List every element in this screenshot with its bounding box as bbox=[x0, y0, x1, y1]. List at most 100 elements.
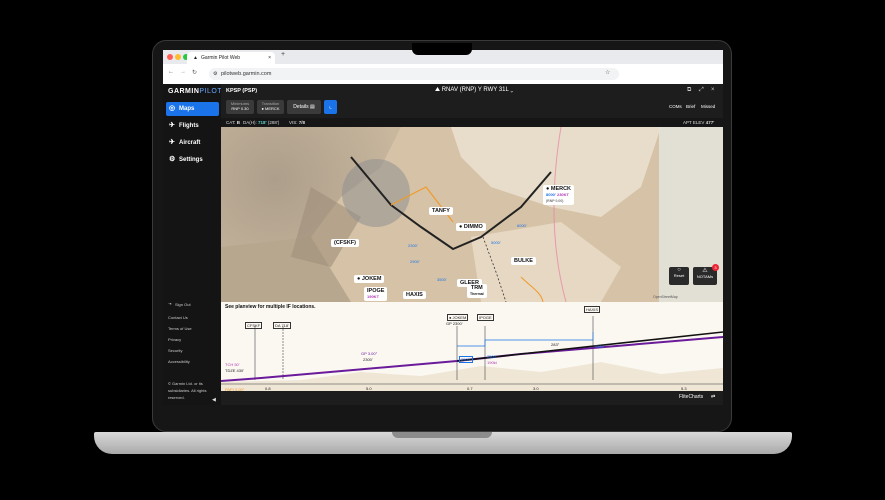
profile-fix-jokem: ● JOKEM bbox=[447, 314, 469, 321]
sidebar-item-flights[interactable]: ✈ Flights bbox=[166, 119, 219, 133]
screen: ▲ Garmin Pilot Web × + ← → ↻ ⚙ pilotweb.… bbox=[163, 50, 723, 405]
reset-button[interactable]: ○ Reset bbox=[669, 267, 689, 285]
fix-haxis[interactable]: HAXIS bbox=[403, 291, 426, 299]
fix-tanfy[interactable]: TANFY bbox=[429, 207, 453, 215]
fix-bulke[interactable]: BULKE bbox=[511, 257, 536, 265]
browser-tab[interactable]: ▲ Garmin Pilot Web × bbox=[187, 52, 275, 64]
sidebar-item-settings[interactable]: ⚙ Settings bbox=[166, 153, 219, 167]
tab-close-icon[interactable]: × bbox=[268, 52, 271, 64]
back-icon[interactable]: ← bbox=[168, 69, 174, 75]
details-button[interactable]: Details ▤ bbox=[287, 100, 321, 114]
copyright-text: © Garmin Ltd. or its subsidiaries. All r… bbox=[168, 381, 207, 400]
chevron-down-icon: ⌄ bbox=[510, 87, 514, 93]
terrain-map-layer bbox=[221, 127, 723, 302]
airport-title: KPSP (PSP) bbox=[226, 88, 258, 94]
profile-fix-haxis: HAXIS bbox=[584, 306, 601, 313]
course-283: 283° bbox=[551, 342, 560, 347]
sign-out-link[interactable]: Sign Out bbox=[175, 302, 191, 307]
trm-airport[interactable]: TRM Thermal bbox=[467, 284, 487, 298]
missed-button[interactable]: Missed bbox=[701, 104, 715, 109]
alt-label-2300: 2300' bbox=[408, 243, 418, 248]
laptop-base-notch bbox=[392, 432, 492, 438]
fix-dimmo[interactable]: ● DIMMO bbox=[456, 223, 486, 231]
fix-ipoge[interactable]: IPOGE 190KT bbox=[364, 287, 388, 301]
alt-3500-box: 3500' bbox=[595, 344, 605, 349]
fix-merck[interactable]: ● MERCK 8000' 230KT (RNP 0.00) bbox=[543, 185, 575, 205]
alt-label-6000: 6000' bbox=[517, 223, 527, 228]
sidebar: GARMINPILOT ◎ Maps ✈ Flights ✈ Aircraft … bbox=[163, 84, 223, 405]
map-credit: OpenStreetMap bbox=[653, 295, 678, 299]
flitecharts-label[interactable]: FliteCharts bbox=[679, 394, 703, 400]
apt-elev-info: APT ELEV 477' bbox=[683, 120, 715, 125]
fix-cfskf[interactable]: (CFSKF) bbox=[331, 239, 359, 247]
approach-map[interactable]: (CFSKF) TANFY ● DIMMO ● MERCK 8000' 230K… bbox=[221, 127, 723, 302]
garmin-pilot-logo: GARMINPILOT bbox=[168, 88, 223, 95]
camera-notch bbox=[412, 43, 472, 55]
glidepath-label: GP 3.00° bbox=[361, 351, 378, 356]
fix-jokem[interactable]: ● JOKEM bbox=[354, 275, 385, 283]
reload-icon[interactable]: ↻ bbox=[192, 69, 197, 76]
terms-link[interactable]: Terms of Use bbox=[168, 326, 192, 331]
trm-sub-label: Thermal bbox=[470, 292, 484, 296]
procedure-header: KPSP (PSP) ⛰ RNAV (RNP) Y RWY 31L ⌄ ⧉ ⤢ … bbox=[221, 84, 723, 121]
document-icon: ▤ bbox=[309, 104, 315, 110]
notams-count-badge: 3 bbox=[712, 264, 719, 271]
vis-info: VIS: 7/8 bbox=[289, 120, 306, 125]
info-icon: ● bbox=[261, 106, 264, 111]
forward-icon[interactable]: → bbox=[180, 69, 186, 75]
map-icon: ◎ bbox=[169, 105, 176, 112]
privacy-link[interactable]: Privacy bbox=[168, 337, 181, 342]
chart-footer: FliteCharts ⇄ bbox=[221, 391, 723, 405]
address-bar[interactable]: ⚙ pilotweb.garmin.com bbox=[209, 68, 619, 80]
sign-out-icon: ⇥ bbox=[168, 301, 172, 306]
sidebar-item-aircraft[interactable]: ✈ Aircraft bbox=[166, 136, 219, 150]
chart-line-icon: ⌞ bbox=[329, 104, 332, 110]
bookmark-star-icon[interactable]: ☆ bbox=[605, 69, 610, 76]
profile-fix-cfskf: CFSKF bbox=[245, 322, 263, 329]
close-window-button[interactable] bbox=[167, 54, 173, 60]
gear-icon: ⚙ bbox=[169, 156, 176, 163]
coms-button[interactable]: COMs bbox=[669, 104, 682, 109]
sidebar-item-maps[interactable]: ◎ Maps bbox=[166, 102, 219, 116]
url-text: pilotweb.garmin.com bbox=[221, 71, 272, 77]
transition-button[interactable]: Transition ● MERCK bbox=[257, 100, 284, 114]
brief-button[interactable]: Brief bbox=[686, 104, 695, 109]
browser-urlbar: ← → ↻ ⚙ pilotweb.garmin.com ☆ bbox=[163, 64, 723, 85]
garmin-pilot-app: GARMINPILOT ◎ Maps ✈ Flights ✈ Aircraft … bbox=[163, 84, 723, 405]
alt-2300-box: 2300' bbox=[459, 356, 473, 363]
plane-icon: ✈ bbox=[169, 122, 175, 129]
close-icon[interactable]: × bbox=[711, 87, 715, 93]
profile-fix-ipoge: IPOGE bbox=[477, 314, 494, 321]
tch-label: TCH 50' bbox=[225, 362, 240, 367]
approach-icon: ⛰ bbox=[435, 87, 441, 93]
da-info: DA(H): 718' (288') bbox=[243, 120, 280, 125]
profile-toggle-button[interactable]: ⌞ bbox=[324, 100, 337, 114]
info-icon: ● bbox=[459, 224, 463, 230]
vertical-profile: See planview for multiple IF locations. … bbox=[221, 302, 723, 404]
garmin-triangle-icon: ▲ bbox=[193, 55, 198, 61]
swap-icon[interactable]: ⇄ bbox=[711, 394, 715, 400]
profile-fix-da: DA 718' bbox=[273, 322, 291, 329]
notams-button[interactable]: ⚠ NOTAMs 3 bbox=[693, 264, 719, 285]
pin-icon[interactable]: ⧉ bbox=[687, 87, 691, 94]
expand-icon[interactable]: ⤢ bbox=[699, 87, 704, 94]
alt-2500-box: 2500' bbox=[487, 354, 497, 359]
new-tab-button[interactable]: + bbox=[281, 51, 285, 58]
procedure-selector[interactable]: ⛰ RNAV (RNP) Y RWY 31L ⌄ bbox=[435, 87, 513, 94]
collapse-sidebar-icon[interactable]: ◀ bbox=[212, 397, 216, 403]
security-link[interactable]: Security bbox=[168, 348, 182, 353]
alt-label-2900: 2900' bbox=[410, 259, 420, 264]
site-info-icon[interactable]: ⚙ bbox=[213, 68, 217, 80]
contact-us-link[interactable]: Contact Us bbox=[168, 315, 188, 320]
minimums-button[interactable]: Minimums RNP 0.30 bbox=[226, 100, 254, 114]
accessibility-link[interactable]: Accessibility bbox=[168, 359, 190, 364]
cat-info: CAT: B bbox=[226, 120, 240, 125]
glidepath-sub: 2300' bbox=[363, 357, 373, 362]
tdze-label: TDZE 430' bbox=[225, 368, 244, 373]
minimize-window-button[interactable] bbox=[175, 54, 181, 60]
alt-label-5000: 5000' bbox=[491, 240, 501, 245]
minimums-info-bar: CAT: B DA(H): 718' (288') VIS: 7/8 APT E… bbox=[221, 118, 723, 127]
chart-view: KPSP (PSP) ⛰ RNAV (RNP) Y RWY 31L ⌄ ⧉ ⤢ … bbox=[221, 84, 723, 405]
alt-label-3500: 3500' bbox=[437, 277, 447, 282]
aircraft-icon: ✈ bbox=[169, 139, 175, 146]
